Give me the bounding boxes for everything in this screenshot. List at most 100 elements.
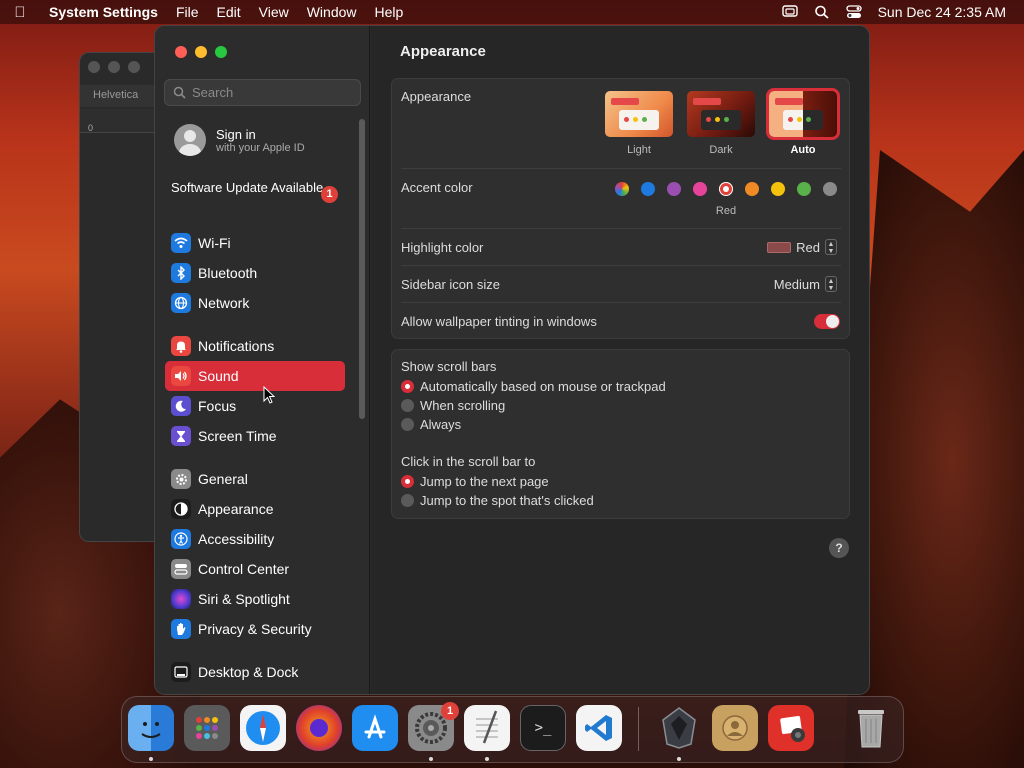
help-button[interactable]: ? [829,538,849,558]
screen-mirroring-icon[interactable] [781,5,798,19]
sidebar-scrollbar[interactable] [359,119,365,419]
clock[interactable]: Sun Dec 24 2:35 AM [878,4,1006,20]
sidebar-item-label: Wi-Fi [198,235,231,251]
sidebar: Sign in with your Apple ID Software Upda… [155,26,370,694]
accessibility-icon [171,529,191,549]
radio-unselected[interactable] [401,399,414,412]
sidebar-item-label: Notifications [198,338,275,354]
sidebar-item-notifications[interactable]: Notifications [165,331,345,361]
sidebar-item-label: Desktop & Dock [198,664,299,680]
sidebar-item-wifi[interactable]: Wi-Fi [165,228,345,258]
menu-edit[interactable]: Edit [208,4,250,20]
safari-icon[interactable] [240,705,286,751]
appearance-option-auto[interactable] [766,88,840,140]
close-button[interactable] [175,46,187,58]
minimize-button[interactable] [195,46,207,58]
appearance-label: Appearance [401,89,472,104]
scroll-bars-option-automatic[interactable]: Automatically based on mouse or trackpad [401,379,666,394]
accent-swatch-yellow[interactable] [771,182,785,196]
hourglass-icon [171,426,191,446]
accent-swatch-pink[interactable] [693,182,707,196]
accent-swatch-green[interactable] [797,182,811,196]
control-center-icon [171,559,191,579]
sidebar-item-label: Focus [198,398,237,414]
sidebar-item-label: Appearance [198,501,274,517]
finder-icon[interactable] [128,705,174,751]
speaker-icon [171,366,191,386]
search-icon[interactable] [814,5,830,19]
accent-swatch-multicolor[interactable] [615,182,629,196]
divider [401,265,841,266]
sidebar-item-privacy-security[interactable]: Privacy & Security [165,614,345,644]
menu-window[interactable]: Window [298,4,366,20]
running-indicator [677,757,681,761]
highlight-color-label: Highlight color [401,240,484,255]
firefox-icon[interactable] [296,705,342,751]
content-pane: Appearance Appearance Light Dark Auto Ac… [371,26,869,694]
sidebar-item-bluetooth[interactable]: Bluetooth [165,258,345,288]
photo-booth-icon[interactable] [768,705,814,751]
sidebar-item-screen-time[interactable]: Screen Time [165,421,345,451]
accent-swatch-purple[interactable] [667,182,681,196]
sidebar-item-desktop-dock[interactable]: Desktop & Dock [165,657,345,687]
textedit-icon[interactable] [464,705,510,751]
wallpaper-tinting-toggle[interactable] [814,314,840,329]
software-update-item[interactable]: Software Update Available [171,180,341,196]
accent-swatch-blue[interactable] [641,182,655,196]
scroll-bars-option-always[interactable]: Always [401,417,461,432]
radio-label: Always [420,417,462,432]
running-indicator [149,757,153,761]
sign-in-item[interactable]: Sign in with your Apple ID [174,124,305,156]
menu-view[interactable]: View [250,4,298,20]
sidebar-item-siri-spotlight[interactable]: Siri & Spotlight [165,584,345,614]
app-icon[interactable] [656,705,702,751]
sidebar-item-accessibility[interactable]: Accessibility [165,524,345,554]
sidebar-icon-size-popup[interactable]: Medium ▲ ▼ [774,276,837,292]
highlight-color-popup[interactable]: Red ▲ ▼ [767,239,837,255]
zoom-button[interactable] [215,46,227,58]
search-field[interactable] [164,79,361,106]
trash-icon[interactable] [848,705,894,751]
radio-label: Jump to the spot that's clicked [420,493,594,508]
sidebar-item-label: Screen Time [198,428,277,444]
accent-swatch-graphite[interactable] [823,182,837,196]
highlight-color-value: Red [796,239,820,255]
menu-help[interactable]: Help [366,4,413,20]
appearance-option-dark[interactable] [687,91,755,137]
sidebar-item-appearance[interactable]: Appearance [165,494,345,524]
terminal-icon[interactable]: >_ [520,705,566,751]
globe-icon [171,293,191,313]
sidebar-item-general[interactable]: General [165,464,345,494]
appearance-option-light[interactable] [605,91,673,137]
siri-icon [171,589,191,609]
contacts-icon[interactable] [712,705,758,751]
sidebar-item-control-center[interactable]: Control Center [165,554,345,584]
vscode-icon[interactable] [576,705,622,751]
menu-app-name[interactable]: System Settings [40,4,167,20]
scroll-settings-group: Show scroll bars Automatically based on … [391,349,850,519]
accent-swatch-red[interactable] [719,182,733,196]
launchpad-icon[interactable] [184,705,230,751]
background-window-controls[interactable] [88,61,140,73]
search-input[interactable] [192,85,352,100]
click-scroll-option-spot-clicked[interactable]: Jump to the spot that's clicked [401,493,594,508]
menu-file[interactable]: File [167,4,208,20]
control-center-icon[interactable] [845,5,862,19]
apple-icon[interactable]:  [0,4,40,21]
sidebar-item-focus[interactable]: Focus [165,391,345,421]
gear-icon [171,469,191,489]
click-scroll-option-next-page[interactable]: Jump to the next page [401,474,549,489]
sidebar-item-label: Sound [198,368,239,384]
scroll-bars-option-when-scrolling[interactable]: When scrolling [401,398,505,413]
radio-unselected[interactable] [401,418,414,431]
radio-unselected[interactable] [401,494,414,507]
sidebar-item-network[interactable]: Network [165,288,345,318]
radio-selected[interactable] [401,380,414,393]
radio-selected[interactable] [401,475,414,488]
highlight-color-swatch [767,241,792,253]
accent-swatch-orange[interactable] [745,182,759,196]
sidebar-item-sound[interactable]: Sound [165,361,345,391]
appearance-settings-group: Appearance Light Dark Auto Accent color [391,78,850,339]
app-store-icon[interactable] [352,705,398,751]
sidebar-item-label: Accessibility [198,531,275,547]
